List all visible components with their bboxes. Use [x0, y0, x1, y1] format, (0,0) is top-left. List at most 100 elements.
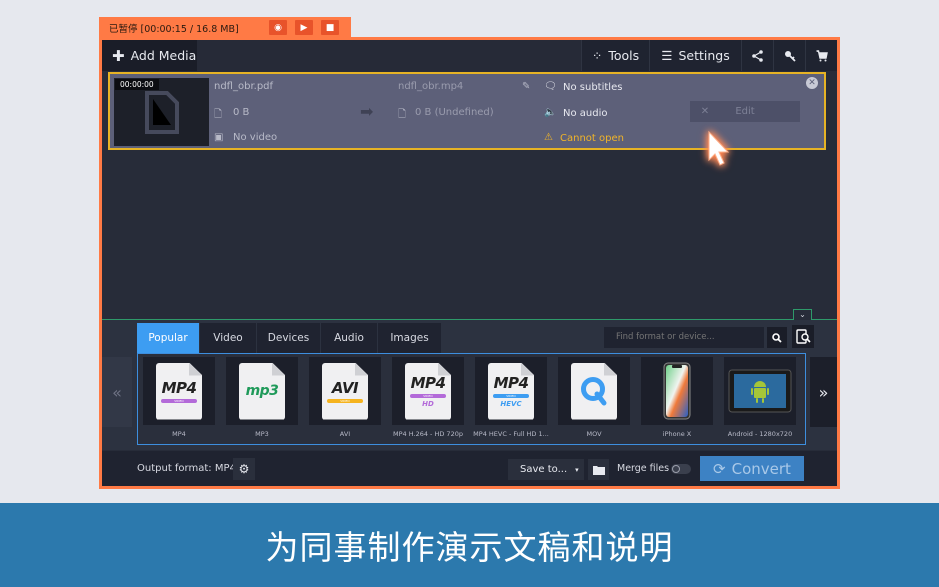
format-item-iphone-x[interactable]: iPhone X	[641, 357, 713, 444]
format-label: iPhone X	[662, 430, 692, 438]
mp3-format-icon: mp3	[239, 362, 285, 420]
output-format-label: Output format: MP4	[137, 463, 236, 474]
device-search-icon	[795, 329, 811, 344]
source-size: 0 B	[233, 107, 250, 118]
edit-label: Edit	[735, 106, 755, 117]
add-media-label: Add Media	[130, 48, 197, 63]
double-chevron-down-icon: ⌄	[799, 310, 806, 319]
output-bar: Output format: MP4 ⚙ Save to... ▾ Merge …	[102, 451, 837, 486]
share-button[interactable]	[741, 40, 773, 71]
toolbar: ✚ Add Media ⁘ Tools ☰ Settings	[102, 40, 837, 71]
tools-label: Tools	[608, 48, 640, 63]
output-filename[interactable]: ndfl_obr.mp4	[398, 81, 463, 92]
folder-icon	[592, 465, 605, 475]
warning-icon: ⚠	[544, 132, 553, 143]
collapse-panel-button[interactable]: ⌄	[793, 309, 812, 320]
open-folder-button[interactable]	[588, 459, 609, 480]
play-button[interactable]: ▶	[295, 20, 313, 35]
close-icon: ✕	[808, 78, 816, 88]
chevron-down-icon: ▾	[575, 465, 579, 474]
format-label: MOV	[586, 430, 602, 438]
cart-button[interactable]	[805, 40, 837, 71]
recording-status: 已暂停 [00:00:15 / 16.8 MB]	[109, 23, 239, 35]
remove-file-button[interactable]: ✕	[806, 77, 818, 89]
key-icon	[784, 50, 796, 62]
plus-icon: ✚	[112, 46, 125, 65]
settings-label: Settings	[678, 48, 730, 63]
merge-files-label: Merge files	[617, 463, 670, 474]
scroll-right-button[interactable]: »	[810, 357, 837, 427]
promo-caption: 为同事制作演示文稿和说明	[0, 503, 939, 587]
stop-icon: ■	[325, 22, 335, 33]
mp4-hd-format-icon: MP4 VIDEO HD	[405, 362, 451, 420]
rename-pencil-icon[interactable]: ✎	[522, 81, 530, 92]
format-label: MP4 HEVC - Full HD 1...	[473, 430, 549, 438]
format-label: MP3	[255, 430, 269, 438]
search-button[interactable]	[767, 327, 787, 348]
screenshot-button[interactable]: ◉	[269, 20, 287, 35]
convert-button[interactable]: ⟳ Convert	[700, 456, 804, 481]
detect-device-button[interactable]	[792, 325, 814, 348]
settings-button[interactable]: ☰ Settings	[649, 40, 741, 71]
search-icon	[772, 332, 782, 343]
add-media-button[interactable]: ✚ Add Media	[102, 40, 197, 71]
format-label: MP4 H.264 - HD 720p	[393, 430, 463, 438]
format-list: MP4 VIDEO MP4 mp3 MP3 AVI VIDEO AVI MP4 VID…	[137, 353, 806, 445]
format-item-mp4-hevc[interactable]: MP4 VIDEO HEVC MP4 HEVC - Full HD 1...	[473, 357, 549, 444]
iphone-x-icon	[663, 362, 691, 420]
mp4-hevc-format-icon: MP4 VIDEO HEVC	[488, 362, 534, 420]
video-status: No video	[233, 132, 278, 143]
format-tabs: Popular Video Devices Audio Images	[137, 323, 442, 353]
avi-format-icon: AVI VIDEO	[322, 362, 368, 420]
source-filename: ndfl_obr.pdf	[214, 81, 274, 92]
subtitles-status[interactable]: No subtitles	[563, 82, 622, 93]
edit-button[interactable]: ✕ Edit	[690, 101, 800, 122]
format-item-mp4-hd[interactable]: MP4 VIDEO HD MP4 H.264 - HD 720p	[392, 357, 464, 444]
file-size-icon: 🗋	[214, 109, 223, 120]
menu-icon: ☰	[661, 48, 673, 63]
audio-status[interactable]: No audio	[563, 108, 608, 119]
scroll-left-button[interactable]: «	[102, 357, 132, 427]
magic-wand-icon: ⁘	[591, 48, 603, 63]
mouse-cursor-icon	[708, 130, 730, 166]
error-status: Cannot open	[560, 133, 624, 144]
cut-icon: ✕	[700, 106, 710, 117]
merge-files-toggle[interactable]	[671, 464, 691, 474]
subtitles-icon: 🗨	[544, 81, 557, 92]
refresh-icon: ⟳	[713, 459, 726, 478]
output-file-icon: 🗋	[398, 109, 407, 120]
output-size: 0 B (Undefined)	[415, 107, 494, 118]
toolbar-spacer	[197, 40, 581, 71]
format-item-android[interactable]: Android - 1280x720	[724, 357, 796, 444]
convert-label: Convert	[731, 459, 791, 478]
recording-bar: 已暂停 [00:00:15 / 16.8 MB] ◉ ▶ ■	[99, 17, 351, 38]
activation-key-button[interactable]	[773, 40, 805, 71]
tab-images[interactable]: Images	[378, 323, 442, 353]
tab-video[interactable]: Video	[200, 323, 257, 353]
format-label: AVI	[339, 430, 351, 438]
quicktime-format-icon	[571, 362, 617, 420]
tools-button[interactable]: ⁘ Tools	[581, 40, 649, 71]
tab-popular[interactable]: Popular	[137, 323, 200, 353]
file-thumbnail: 00:00:00	[114, 78, 209, 146]
format-search-input[interactable]	[604, 327, 764, 348]
format-item-mp4[interactable]: MP4 VIDEO MP4	[143, 357, 215, 444]
gear-icon: ⚙	[238, 462, 250, 476]
format-label: MP4	[172, 430, 186, 438]
output-settings-button[interactable]: ⚙	[233, 458, 255, 480]
tab-audio[interactable]: Audio	[321, 323, 378, 353]
camera-icon: ◉	[274, 22, 282, 33]
arrow-right-icon: ➡	[360, 102, 374, 121]
play-icon: ▶	[300, 22, 308, 33]
tab-devices[interactable]: Devices	[257, 323, 321, 353]
save-to-label: Save to...	[520, 464, 568, 475]
thumbnail-timestamp: 00:00:00	[115, 79, 159, 90]
format-panel: ⌄ Popular Video Devices Audio Images « M…	[102, 309, 837, 450]
format-item-mp3[interactable]: mp3 MP3	[226, 357, 298, 444]
cart-icon	[816, 49, 828, 61]
format-item-mov[interactable]: MOV	[558, 357, 630, 444]
format-label: Android - 1280x720	[727, 430, 793, 438]
save-to-dropdown[interactable]: Save to... ▾	[508, 459, 584, 480]
format-item-avi[interactable]: AVI VIDEO AVI	[309, 357, 381, 444]
stop-button[interactable]: ■	[321, 20, 339, 35]
